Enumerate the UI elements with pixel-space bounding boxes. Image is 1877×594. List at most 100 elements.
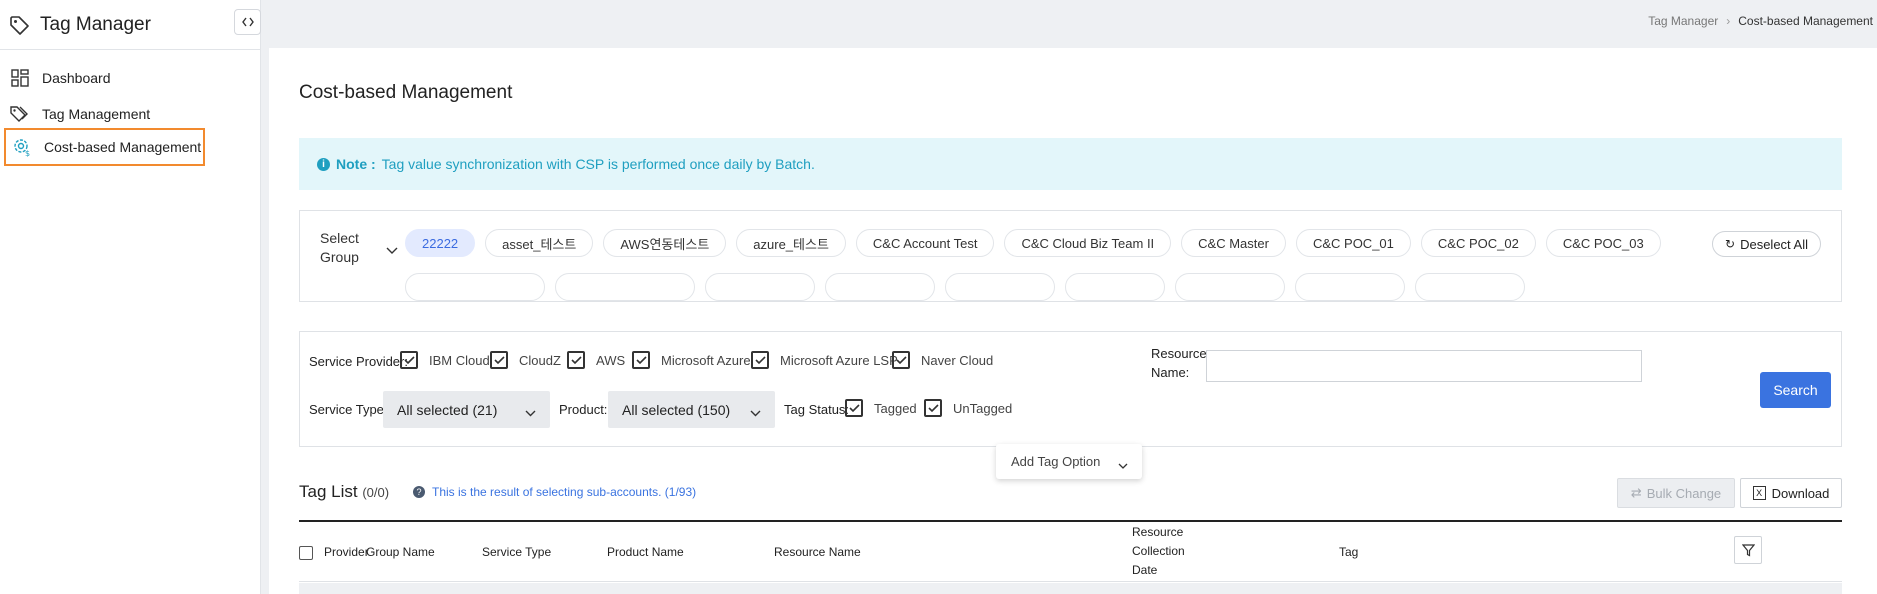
bulk-change-button[interactable]: ⇄ Bulk Change: [1617, 478, 1735, 508]
group-chip-hidden[interactable]: [945, 273, 1055, 301]
provider-checkbox-cloudz[interactable]: CloudZ: [490, 351, 561, 369]
column-provider[interactable]: Provider: [324, 543, 369, 562]
note-text: Tag value synchronization with CSP is pe…: [381, 156, 815, 172]
group-chip-hidden[interactable]: [1295, 273, 1405, 301]
tag-list-count: (0/0): [362, 485, 390, 500]
info-icon: i: [317, 157, 330, 171]
sidebar-item-cost-based-management[interactable]: $ Cost-based Management: [4, 128, 205, 166]
group-chip-hidden[interactable]: [705, 273, 815, 301]
refresh-icon: ↻: [1725, 237, 1736, 251]
chevron-down-icon: [1118, 457, 1128, 472]
deselect-all-button[interactable]: ↻ Deselect All: [1712, 231, 1821, 257]
group-chip[interactable]: C&C Account Test: [855, 229, 995, 257]
excel-icon: X: [1752, 486, 1766, 500]
sub-account-note: ? This is the result of selecting sub-ac…: [413, 485, 696, 499]
group-chip-hidden[interactable]: [1065, 273, 1165, 301]
group-chip[interactable]: 22222: [405, 229, 476, 257]
column-resource-collection-date-line3: Date: [1132, 563, 1158, 577]
tag-list-title-text: Tag List: [299, 482, 358, 501]
chevron-down-icon: [525, 404, 536, 420]
gear-cost-icon: $: [10, 135, 34, 159]
column-resource-collection-date[interactable]: Resource Collection Date: [1132, 523, 1185, 580]
provider-checkbox-microsoft-azure[interactable]: Microsoft Azure: [632, 351, 751, 369]
provider-checkbox-naver-cloud[interactable]: Naver Cloud: [892, 351, 993, 369]
checkbox-checked-icon: [845, 399, 863, 417]
select-group-label-line2: Group: [320, 249, 359, 265]
service-type-select[interactable]: All selected (21): [383, 391, 550, 428]
sidebar-header: Tag Manager: [0, 0, 260, 50]
column-filter-button[interactable]: [1734, 536, 1762, 564]
tag-status-label-text: UnTagged: [953, 400, 1013, 416]
checkbox-checked-icon: [567, 351, 585, 369]
sidebar-item-label: Cost-based Management: [44, 139, 202, 155]
tag-status-checkbox-tagged[interactable]: Tagged: [845, 399, 917, 417]
group-chip[interactable]: C&C POC_01: [1295, 229, 1411, 257]
provider-label: AWS: [596, 352, 626, 368]
group-selector: Select Group 22222 asset_테스트 AWS연동테스트 az…: [299, 210, 1842, 302]
breadcrumb-current: Cost-based Management: [1738, 14, 1873, 28]
group-chip[interactable]: azure_테스트: [736, 229, 846, 257]
product-value: All selected (150): [622, 401, 731, 418]
tag-list-title: Tag List (0/0): [299, 482, 389, 502]
svg-text:$: $: [25, 149, 30, 157]
sidebar-item-dashboard[interactable]: Dashboard: [4, 59, 205, 97]
group-chip[interactable]: C&C POC_02: [1420, 229, 1536, 257]
add-tag-option-label: Add Tag Option: [1011, 454, 1101, 469]
note-label: Note :: [336, 156, 376, 172]
group-chips: 22222 asset_테스트 AWS연동테스트 azure_테스트 C&C A…: [405, 229, 1661, 257]
checkbox-checked-icon: [751, 351, 769, 369]
group-chip-hidden[interactable]: [1175, 273, 1285, 301]
provider-checkbox-aws[interactable]: AWS: [567, 351, 625, 369]
tag-logo-icon: [8, 14, 30, 36]
resource-name-input[interactable]: [1206, 350, 1642, 382]
service-provider-label: Service Provider:: [309, 354, 408, 369]
tag-status-label-text: Tagged: [874, 400, 917, 416]
provider-checkbox-microsoft-azure-lsp[interactable]: Microsoft Azure LSP: [751, 351, 898, 369]
add-tag-option-button[interactable]: Add Tag Option: [996, 444, 1142, 479]
page-title: Cost-based Management: [299, 82, 513, 103]
column-resource-collection-date-line2: Collection: [1132, 544, 1185, 558]
provider-label: IBM Cloud: [429, 352, 490, 368]
column-service-type[interactable]: Service Type: [482, 543, 551, 562]
provider-label: Microsoft Azure: [661, 352, 751, 368]
group-chip[interactable]: AWS연동테스트: [603, 229, 727, 257]
group-chip[interactable]: C&C Cloud Biz Team II: [1004, 229, 1172, 257]
product-select[interactable]: All selected (150): [608, 391, 775, 428]
group-chip-hidden[interactable]: [555, 273, 695, 301]
resource-name-label-line1: Resource: [1151, 346, 1207, 361]
column-tag[interactable]: Tag: [1339, 543, 1358, 562]
group-chip[interactable]: C&C Master: [1181, 229, 1286, 257]
breadcrumb-root[interactable]: Tag Manager: [1648, 14, 1718, 28]
column-product-name[interactable]: Product Name: [607, 543, 684, 562]
table-row: [299, 583, 1842, 594]
checkbox-checked-icon: [632, 351, 650, 369]
note-banner: i Note : Tag value synchronization with …: [299, 138, 1842, 190]
download-button[interactable]: X Download: [1740, 478, 1842, 508]
group-chip[interactable]: C&C POC_03: [1545, 229, 1661, 257]
select-group-toggle[interactable]: Select Group: [320, 229, 359, 267]
sidebar: Tag Manager Dashboard Tag Management $ C…: [0, 0, 261, 594]
product-label: Product:: [559, 402, 608, 417]
breadcrumb-separator-icon: ›: [1726, 14, 1731, 28]
checkbox-checked-icon: [490, 351, 508, 369]
checkbox-checked-icon: [400, 351, 418, 369]
search-button[interactable]: Search: [1760, 372, 1831, 408]
chevron-down-icon[interactable]: [386, 243, 398, 258]
service-type-value: All selected (21): [397, 401, 498, 418]
tag-status-checkbox-untagged[interactable]: UnTagged: [924, 399, 1012, 417]
app-title: Tag Manager: [40, 13, 151, 35]
group-chip-hidden[interactable]: [405, 273, 545, 301]
column-group-name[interactable]: Group Name: [366, 543, 435, 562]
select-all-checkbox[interactable]: [299, 546, 313, 560]
filter-panel: Service Provider: IBM Cloud CloudZ AWS M…: [299, 331, 1842, 447]
filter-icon: [1741, 543, 1755, 556]
sub-account-note-text: This is the result of selecting sub-acco…: [432, 485, 697, 499]
provider-label: Microsoft Azure LSP: [780, 352, 898, 368]
group-chip[interactable]: asset_테스트: [485, 229, 594, 257]
group-chip-hidden[interactable]: [1415, 273, 1525, 301]
group-chip-hidden[interactable]: [825, 273, 935, 301]
provider-checkbox-ibm-cloud[interactable]: IBM Cloud: [400, 351, 490, 369]
collapse-sidebar-button[interactable]: [234, 9, 261, 35]
service-type-label: Service Type:: [309, 402, 388, 417]
column-resource-name[interactable]: Resource Name: [774, 543, 861, 562]
